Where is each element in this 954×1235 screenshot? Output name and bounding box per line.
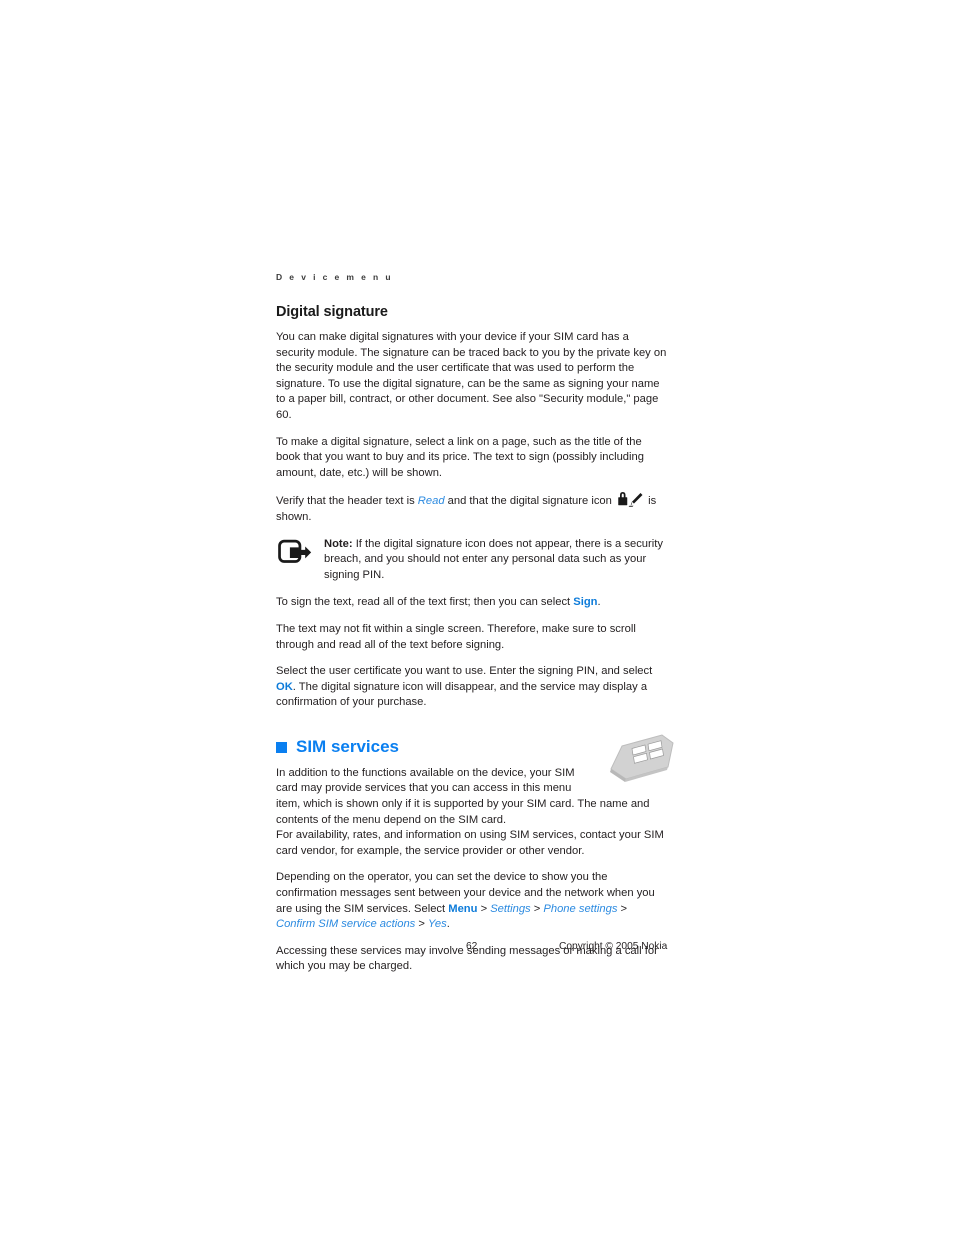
certificate-text-before: Select the user certificate you want to … bbox=[276, 665, 653, 678]
paragraph-select-certificate: Select the user certificate you want to … bbox=[276, 664, 668, 711]
note-label: Note: bbox=[324, 537, 353, 550]
paragraph-sim-availability: For availability, rates, and information… bbox=[276, 829, 664, 857]
path-separator-3: > bbox=[617, 902, 628, 915]
verify-text-before: Verify that the header text is bbox=[276, 495, 418, 508]
path-separator-4: > bbox=[415, 918, 429, 931]
sign-text-after: . bbox=[597, 596, 601, 609]
page-title: Digital signature bbox=[276, 304, 388, 320]
paragraph-scroll-warning: The text may not fit within a single scr… bbox=[276, 622, 636, 651]
confirmation-text-end: . bbox=[446, 918, 450, 931]
read-link[interactable]: Read bbox=[418, 495, 445, 507]
note-arrow-icon bbox=[278, 539, 312, 565]
running-header: D e v i c e m e n u bbox=[276, 272, 393, 282]
certificate-text-after: . The digital signature icon will disapp… bbox=[276, 680, 648, 709]
padlock-signature-icon bbox=[617, 492, 643, 508]
ok-link[interactable]: OK bbox=[276, 681, 293, 693]
note-body: If the digital signature icon does not a… bbox=[324, 537, 663, 581]
menu-link[interactable]: Menu bbox=[448, 903, 477, 915]
copyright-notice: Copyright © 2005 Nokia bbox=[559, 941, 668, 952]
confirm-sim-service-actions-link[interactable]: Confirm SIM service actions bbox=[276, 918, 415, 930]
sim-intro-block: In addition to the functions available o… bbox=[276, 734, 674, 828]
paragraph-digital-signature-intro: You can make digital signatures with you… bbox=[276, 331, 667, 421]
sim-card-icon bbox=[604, 732, 676, 788]
path-separator-2: > bbox=[530, 902, 544, 915]
note-text: Note: If the digital signature icon does… bbox=[324, 537, 668, 584]
phone-settings-link[interactable]: Phone settings bbox=[543, 903, 617, 915]
path-separator-1: > bbox=[477, 902, 491, 915]
yes-link[interactable]: Yes bbox=[428, 918, 447, 930]
note-callout: Note: If the digital signature icon does… bbox=[276, 537, 668, 584]
paragraph-make-signature: To make a digital signature, select a li… bbox=[276, 435, 644, 479]
paragraph-sign-text: To sign the text, read all of the text f… bbox=[276, 595, 668, 611]
manual-page: D e v i c e m e n u Digital signature Yo… bbox=[0, 0, 954, 1235]
settings-link[interactable]: Settings bbox=[490, 903, 530, 915]
paragraph-verify-header: Verify that the header text is Read and … bbox=[276, 492, 668, 525]
page-content: D e v i c e m e n u Digital signature Yo… bbox=[276, 272, 674, 975]
page-number: 62 bbox=[466, 941, 478, 952]
square-bullet-icon bbox=[276, 742, 287, 754]
paragraph-sim-confirmation: Depending on the operator, you can set t… bbox=[276, 870, 668, 932]
sign-link[interactable]: Sign bbox=[573, 596, 597, 608]
chapter-title-label: SIM services bbox=[296, 736, 400, 756]
sign-text-before: To sign the text, read all of the text f… bbox=[276, 596, 574, 609]
verify-text-middle: and that the digital signature icon bbox=[444, 495, 615, 508]
